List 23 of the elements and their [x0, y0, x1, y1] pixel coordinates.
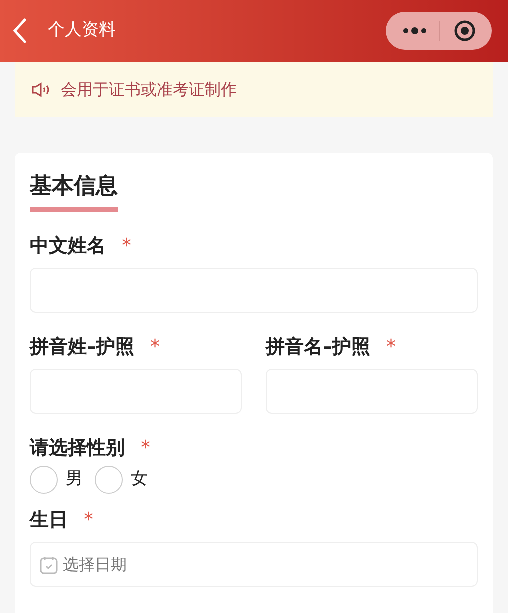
notice-text: 会用于证书或准考证制作 — [61, 78, 237, 100]
date-placeholder: 选择日期 — [63, 554, 127, 576]
required-mark: * — [122, 234, 132, 259]
required-mark: * — [150, 335, 160, 360]
back-icon[interactable] — [12, 18, 28, 44]
nav-title: 个人资料 — [48, 19, 116, 42]
required-mark: * — [141, 436, 150, 461]
section-title: 基本信息 — [30, 173, 118, 201]
required-mark: * — [386, 335, 396, 360]
date-field[interactable]: 选择日期 — [30, 542, 478, 587]
field-label: 请选择性别 — [30, 436, 125, 461]
field-label: 拼音姓–护照 — [30, 335, 134, 360]
close-target-icon[interactable] — [454, 20, 476, 42]
field-label: 拼音名–护照 — [266, 335, 370, 360]
radio-button[interactable] — [30, 466, 58, 494]
field-label: 生日 — [30, 508, 68, 533]
more-icon[interactable] — [403, 27, 427, 35]
radio-button[interactable] — [95, 466, 123, 494]
radio-label: 男 — [66, 468, 83, 492]
field-label: 中文姓名 — [30, 234, 106, 259]
required-mark: * — [84, 508, 94, 533]
radio-label: 女 — [131, 468, 148, 492]
calendar-icon — [39, 554, 59, 574]
